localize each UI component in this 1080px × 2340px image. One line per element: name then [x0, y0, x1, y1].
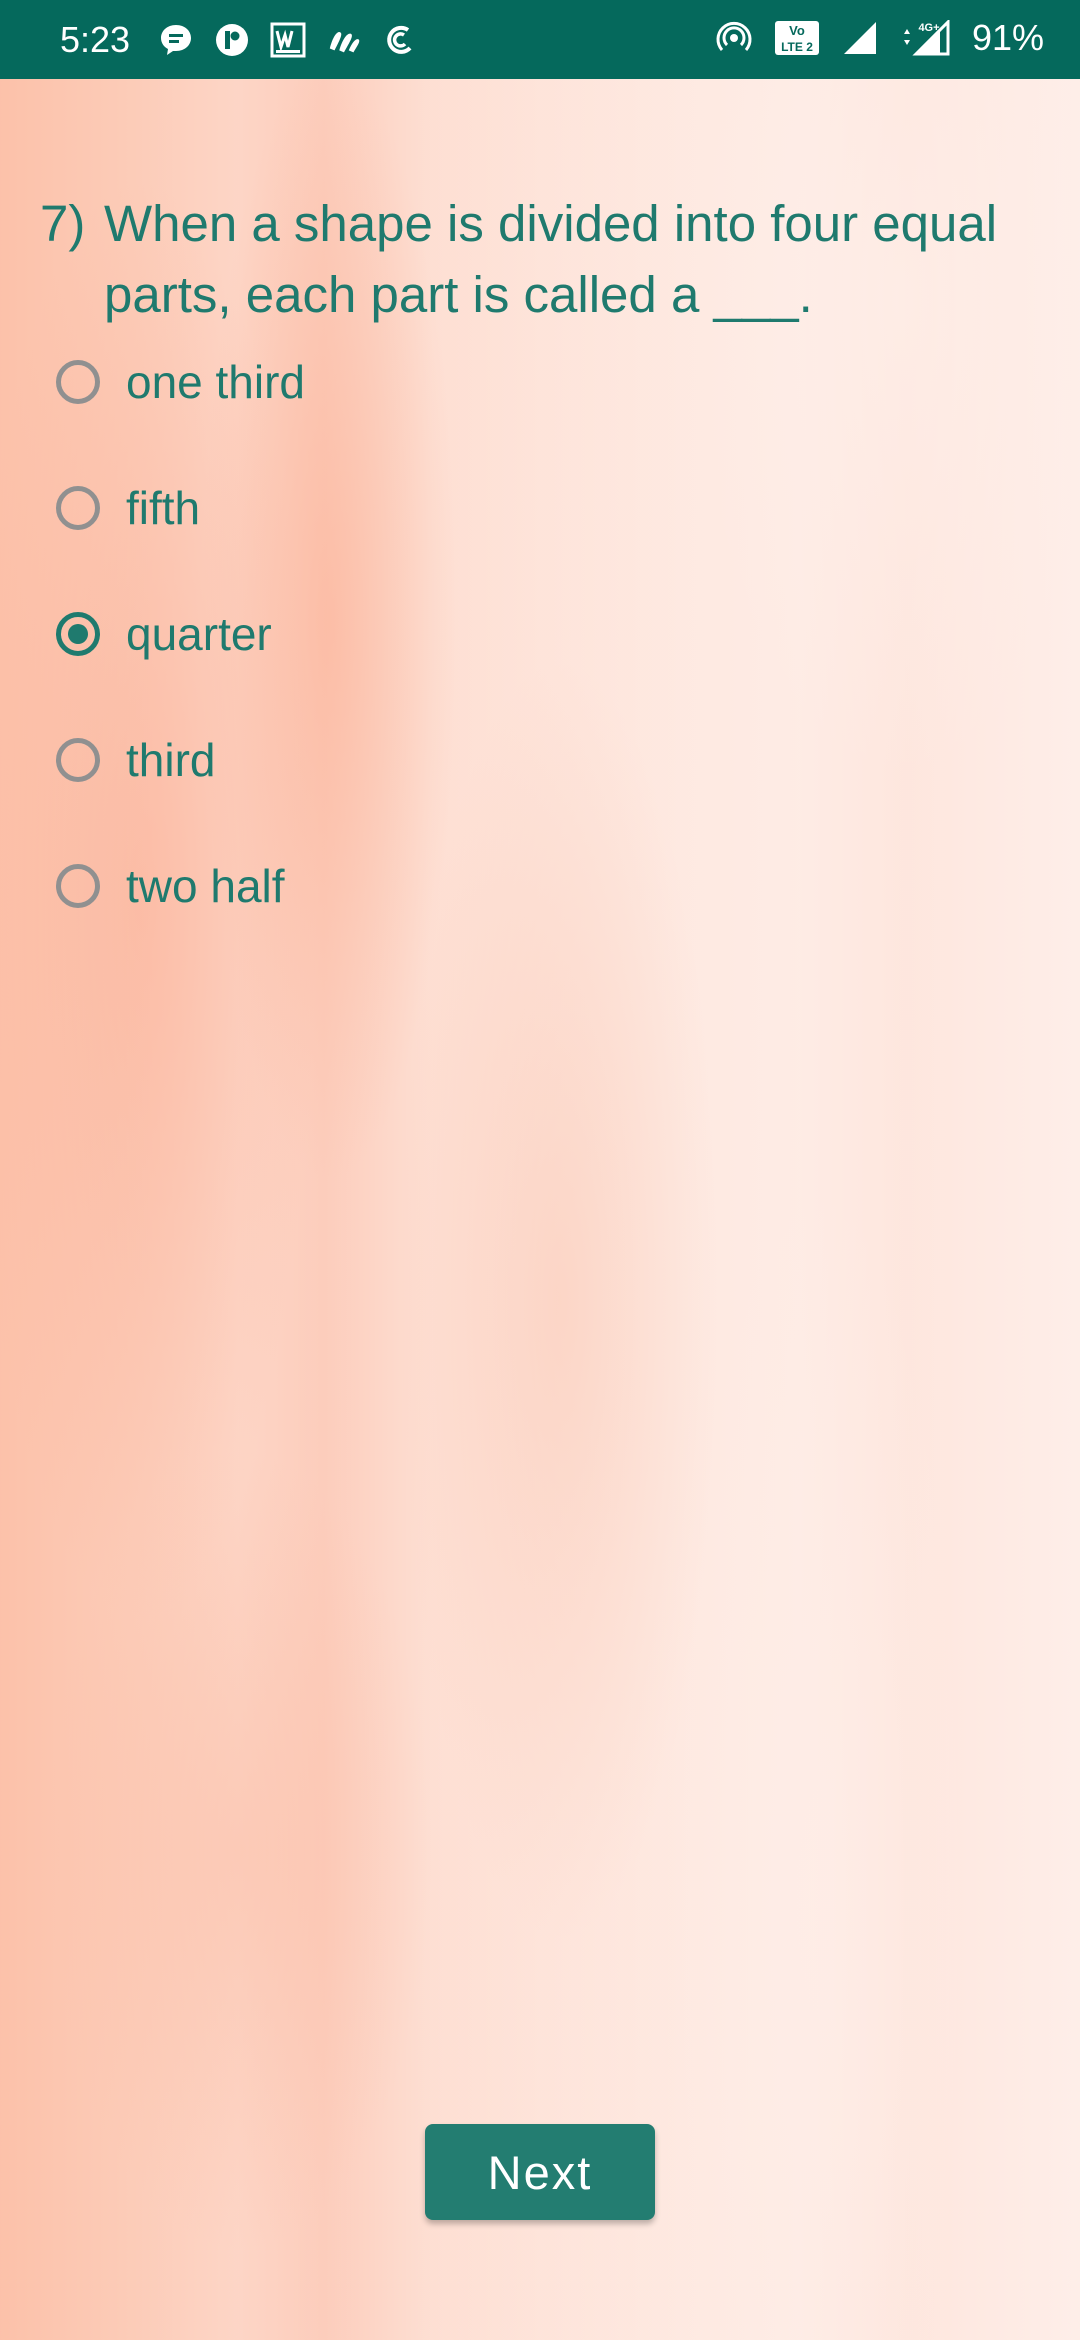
option-quarter[interactable]: quarter [56, 602, 956, 728]
status-time: 5:23 [60, 19, 131, 60]
question: 7) When a shape is divided into four equ… [40, 188, 1040, 330]
question-text: When a shape is divided into four equal … [104, 195, 998, 323]
battery-percentage: 91% [971, 17, 1044, 58]
svg-text:LTE 2: LTE 2 [781, 40, 813, 54]
option-two-half[interactable]: two half [56, 854, 956, 980]
radio-button-selected[interactable] [56, 612, 100, 656]
option-one-third[interactable]: one third [56, 350, 956, 476]
notification-app-icon [214, 22, 250, 58]
option-label: fifth [126, 482, 201, 534]
svg-text:4G+: 4G+ [918, 22, 939, 34]
radio-button[interactable] [56, 360, 100, 404]
radio-button[interactable] [56, 486, 100, 530]
chat-bubble-icon [158, 22, 194, 58]
4g-signal-icon: 4G+ [900, 20, 952, 56]
hotspot-icon [716, 20, 752, 56]
sync-app-icon [382, 22, 418, 58]
status-bar: 5:23 Vo LTE 2 4G+ 91% [0, 0, 1080, 79]
option-fifth[interactable]: fifth [56, 476, 956, 602]
option-label: third [126, 734, 216, 786]
answer-options: one third fifth quarter third two half [56, 350, 956, 980]
option-third[interactable]: third [56, 728, 956, 854]
option-label: one third [126, 356, 306, 408]
radio-button[interactable] [56, 738, 100, 782]
status-system-icons: Vo LTE 2 4G+ 91% [694, 20, 1044, 56]
radio-button[interactable] [56, 864, 100, 908]
volte-lte2-icon: Vo LTE 2 [774, 20, 820, 56]
app-icon [326, 22, 362, 58]
next-button[interactable]: Next [425, 2124, 655, 2220]
question-number: 7) [40, 195, 86, 252]
svg-text:Vo: Vo [789, 23, 805, 38]
word-app-icon [270, 22, 306, 58]
status-notification-icons [158, 22, 438, 58]
option-label: two half [126, 860, 285, 912]
signal-icon [842, 20, 878, 56]
option-label: quarter [126, 608, 272, 660]
